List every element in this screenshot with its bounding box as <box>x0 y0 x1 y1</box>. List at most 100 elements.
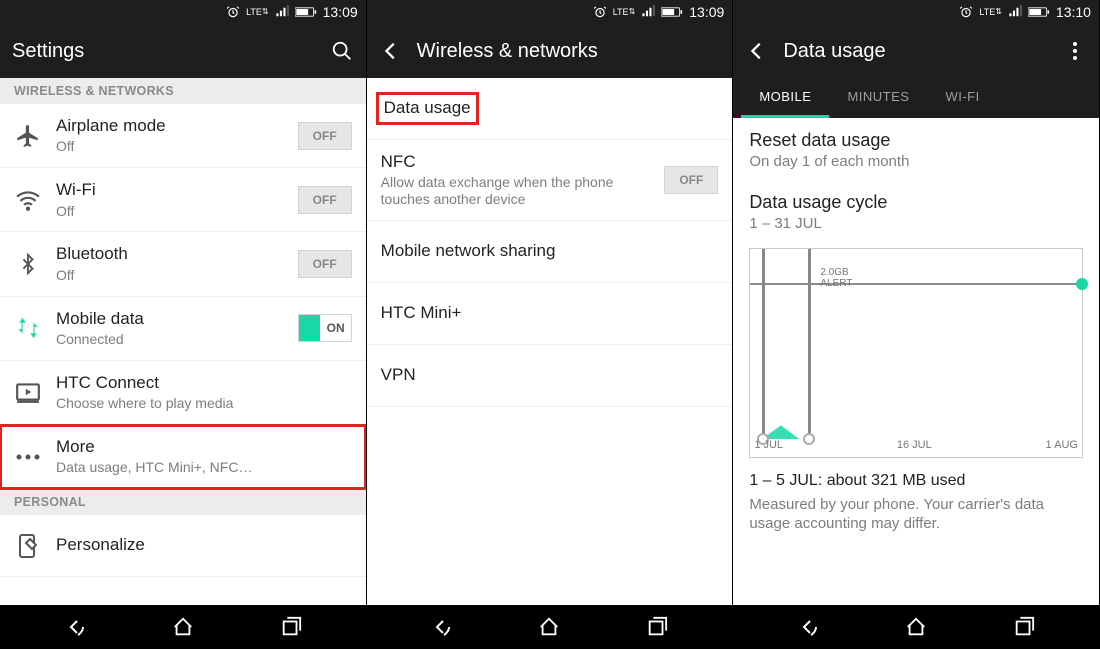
wifi-icon <box>14 186 42 214</box>
back-arrow-icon[interactable] <box>379 39 403 63</box>
row-reset-data-usage[interactable]: Reset data usage On day 1 of each month <box>749 118 1083 180</box>
status-time: 13:10 <box>1056 4 1091 20</box>
data-usage-chart[interactable]: 2.0GBALERT 1 JUL 16 JUL 1 AUG <box>749 248 1083 458</box>
home-icon[interactable] <box>903 614 929 640</box>
x-tick: 16 JUL <box>897 439 932 457</box>
status-bar: LTE⇅ 13:09 <box>0 0 366 24</box>
nav-bar <box>367 605 733 649</box>
row-title: Data usage cycle <box>749 192 1083 213</box>
nav-bar <box>0 605 366 649</box>
chart-usage-area <box>762 405 808 439</box>
row-more[interactable]: More Data usage, HTC Mini+, NFC… <box>0 425 366 489</box>
battery-icon <box>295 6 317 18</box>
row-title: HTC Mini+ <box>381 303 719 323</box>
bluetooth-icon <box>14 250 42 278</box>
row-subtitle: Choose where to play media <box>56 395 352 412</box>
tab-bar: MOBILE MINUTES WI-FI <box>733 78 1099 118</box>
row-subtitle: Off <box>56 267 284 284</box>
home-icon[interactable] <box>170 614 196 640</box>
row-htc-mini[interactable]: HTC Mini+ <box>367 283 733 345</box>
nav-bar <box>733 605 1099 649</box>
toggle-airplane[interactable]: OFF <box>298 122 352 150</box>
battery-icon <box>1028 6 1050 18</box>
row-title: More <box>56 437 352 457</box>
row-airplane-mode[interactable]: Airplane mode Off OFF <box>0 104 366 168</box>
status-bar: LTE⇅ 13:10 <box>733 0 1099 24</box>
row-htc-connect[interactable]: HTC Connect Choose where to play media <box>0 361 366 425</box>
tab-minutes[interactable]: MINUTES <box>829 78 927 118</box>
signal-icon <box>1008 5 1022 19</box>
network-lte-icon: LTE⇅ <box>613 8 636 17</box>
status-bar: LTE⇅ 13:09 <box>367 0 733 24</box>
battery-icon <box>661 6 683 18</box>
back-icon[interactable] <box>428 614 454 640</box>
row-subtitle: 1 – 31 JUL <box>749 215 1083 232</box>
tab-mobile[interactable]: MOBILE <box>741 78 829 118</box>
row-title: NFC <box>381 152 651 172</box>
phone-screen-settings: LTE⇅ 13:09 Settings WIRELESS & NETWORKS … <box>0 0 367 649</box>
section-header-personal: PERSONAL <box>0 489 366 515</box>
back-arrow-icon[interactable] <box>745 39 769 63</box>
htc-connect-icon <box>14 378 42 406</box>
row-title: Mobile network sharing <box>381 241 719 261</box>
row-data-usage-cycle[interactable]: Data usage cycle 1 – 31 JUL <box>749 180 1083 242</box>
row-title: VPN <box>381 365 719 385</box>
back-icon[interactable] <box>62 614 88 640</box>
chart-x-axis: 1 JUL 16 JUL 1 AUG <box>750 439 1082 457</box>
usage-summary: 1 – 5 JUL: about 321 MB used <box>749 472 1083 490</box>
chart-range-handle-start[interactable] <box>762 249 765 439</box>
signal-icon <box>641 5 655 19</box>
toggle-bluetooth[interactable]: OFF <box>298 250 352 278</box>
usage-disclaimer: Measured by your phone. Your carrier's d… <box>749 496 1083 534</box>
alarm-icon <box>226 5 240 19</box>
page-title: Wireless & networks <box>417 40 721 63</box>
network-lte-icon: LTE⇅ <box>246 8 269 17</box>
row-title: Personalize <box>56 535 352 555</box>
overflow-menu-icon[interactable] <box>1063 39 1087 63</box>
x-tick: 1 AUG <box>1046 439 1078 457</box>
chart-alert-label: 2.0GBALERT <box>820 267 852 289</box>
row-subtitle: Off <box>56 203 284 220</box>
back-icon[interactable] <box>795 614 821 640</box>
recents-icon[interactable] <box>278 614 304 640</box>
toggle-mobile-data[interactable]: ON <box>298 314 352 342</box>
chart-alert-handle[interactable] <box>1076 278 1088 290</box>
x-tick: 1 JUL <box>754 439 783 457</box>
row-title: HTC Connect <box>56 373 352 393</box>
settings-list: WIRELESS & NETWORKS Airplane mode Off OF… <box>0 78 366 605</box>
action-bar: Settings <box>0 24 366 78</box>
mobile-data-icon <box>14 314 42 342</box>
airplane-icon <box>14 122 42 150</box>
row-data-usage[interactable]: Data usage <box>367 78 733 140</box>
row-mobile-data[interactable]: Mobile data Connected ON <box>0 297 366 361</box>
tab-wifi[interactable]: WI-FI <box>927 78 997 118</box>
row-nfc[interactable]: NFC Allow data exchange when the phone t… <box>367 140 733 221</box>
search-icon[interactable] <box>330 39 354 63</box>
action-bar: Data usage <box>733 24 1099 78</box>
recents-icon[interactable] <box>644 614 670 640</box>
row-subtitle: On day 1 of each month <box>749 153 1083 170</box>
page-title: Settings <box>12 40 316 63</box>
page-title: Data usage <box>783 40 1049 63</box>
status-time: 13:09 <box>689 4 724 20</box>
chart-alert-line[interactable] <box>750 283 1082 285</box>
alarm-icon <box>593 5 607 19</box>
row-mobile-network-sharing[interactable]: Mobile network sharing <box>367 221 733 283</box>
recents-icon[interactable] <box>1011 614 1037 640</box>
chart-range-handle-end[interactable] <box>808 249 811 439</box>
toggle-nfc[interactable]: OFF <box>664 166 718 194</box>
home-icon[interactable] <box>536 614 562 640</box>
row-wifi[interactable]: Wi-Fi Off OFF <box>0 168 366 232</box>
status-time: 13:09 <box>323 4 358 20</box>
row-title: Bluetooth <box>56 244 284 264</box>
toggle-wifi[interactable]: OFF <box>298 186 352 214</box>
signal-icon <box>275 5 289 19</box>
row-personalize[interactable]: Personalize <box>0 515 366 577</box>
personalize-icon <box>14 532 42 560</box>
action-bar: Wireless & networks <box>367 24 733 78</box>
wireless-list: Data usage NFC Allow data exchange when … <box>367 78 733 605</box>
alarm-icon <box>959 5 973 19</box>
row-vpn[interactable]: VPN <box>367 345 733 407</box>
row-subtitle: Off <box>56 138 284 155</box>
row-bluetooth[interactable]: Bluetooth Off OFF <box>0 232 366 296</box>
